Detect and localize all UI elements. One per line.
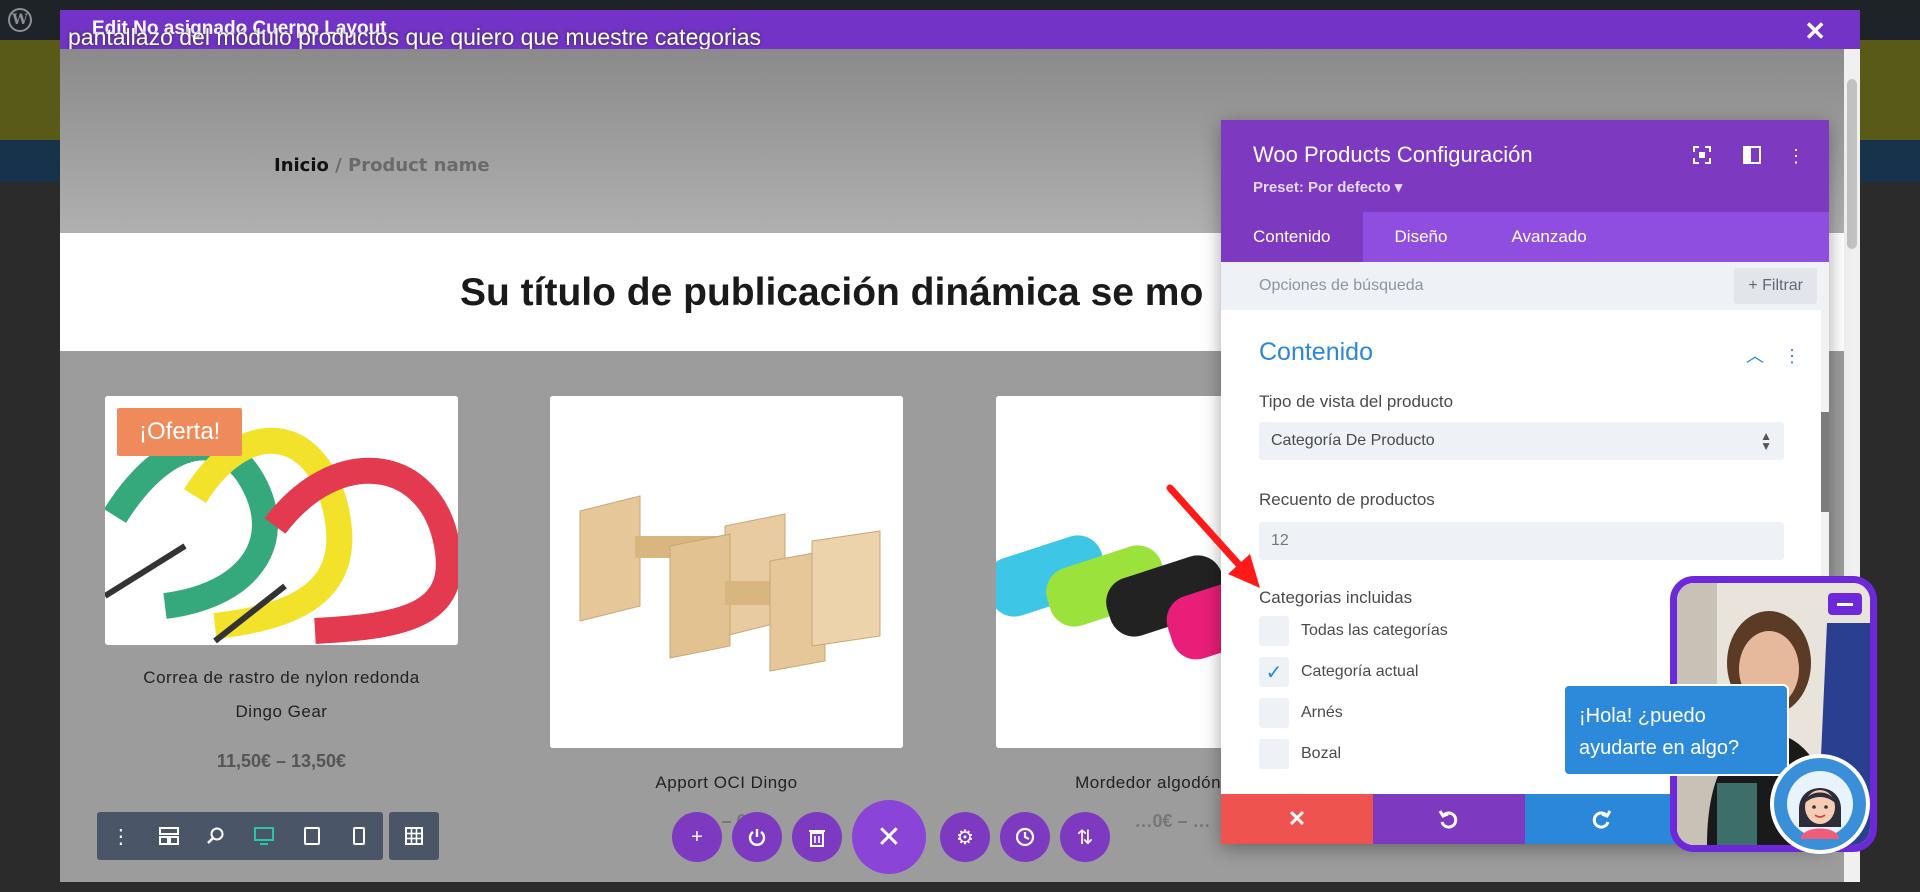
grid-icon[interactable] — [389, 812, 439, 860]
breadcrumb-home[interactable]: Inicio — [274, 155, 329, 176]
select-arrows-icon: ▲ ▼ — [1760, 429, 1772, 453]
fullscreen-icon[interactable] — [1693, 146, 1711, 169]
wireframe-icon[interactable] — [145, 812, 193, 860]
grid-group — [389, 812, 439, 860]
screenshot-caption: pantallazo del módulo productos que quie… — [68, 24, 761, 50]
desktop-view-icon[interactable] — [240, 812, 288, 860]
view-mode-toolbar: ⋮ — [97, 812, 439, 860]
view-type-select[interactable]: Categoría De Producto ▲ ▼ — [1259, 422, 1784, 460]
dock-panel-icon[interactable] — [1743, 146, 1761, 169]
chevron-up-icon[interactable]: ︿ — [1746, 346, 1764, 366]
add-icon[interactable]: + — [672, 812, 722, 862]
chat-avatar-button[interactable] — [1770, 754, 1870, 854]
power-icon[interactable] — [732, 812, 782, 862]
checkbox[interactable] — [1259, 698, 1289, 728]
sale-badge: ¡Oferta! — [117, 408, 243, 456]
modal-header: Edit No asignado Cuerpo Layout pantallaz… — [60, 10, 1860, 50]
view-mode-group: ⋮ — [97, 812, 383, 860]
categories-label: Categorias incluidas — [1259, 588, 1413, 607]
zoom-icon[interactable] — [192, 812, 240, 860]
annotation-arrow — [1166, 484, 1260, 588]
close-icon[interactable]: ✕ — [1804, 16, 1826, 47]
sort-icon[interactable]: ⇅ — [1060, 812, 1110, 862]
undo-button[interactable] — [1373, 794, 1525, 844]
view-type-value: Categoría De Producto — [1271, 432, 1435, 449]
product-name[interactable]: Apport OCI Dingo — [550, 766, 903, 800]
product-image[interactable] — [550, 396, 903, 748]
category-option[interactable]: Todas las categorías — [1259, 616, 1448, 646]
section-title[interactable]: Contenido — [1259, 338, 1373, 367]
category-label: Categoría actual — [1301, 663, 1419, 680]
preset-selector[interactable]: Preset: Por defecto ▾ — [1253, 178, 1402, 196]
product-name-line: Correa de rastro de nylon redonda — [143, 668, 420, 687]
checkmark-icon: ✓ — [1265, 661, 1283, 684]
breadcrumb-current: Product name — [348, 155, 490, 176]
breadcrumb: Inicio / Product name — [274, 155, 490, 176]
wordpress-icon[interactable]: W — [8, 8, 32, 32]
category-label: Todas las categorías — [1301, 622, 1448, 639]
wooden-dumbbell-image — [550, 396, 903, 748]
phone-view-icon[interactable] — [335, 812, 383, 860]
redo-button[interactable] — [1525, 794, 1677, 844]
search-placeholder: Opciones de búsqueda — [1259, 277, 1424, 294]
minimize-icon[interactable] — [1828, 593, 1862, 615]
category-option[interactable]: Arnés — [1259, 698, 1343, 728]
tablet-view-icon[interactable] — [288, 812, 336, 860]
checkbox-checked[interactable]: ✓ — [1259, 657, 1289, 687]
panel-title: Woo Products Configuración — [1253, 142, 1533, 167]
checkbox[interactable] — [1259, 739, 1289, 769]
view-type-label: Tipo de vista del producto — [1259, 392, 1454, 411]
panel-tabs: Contenido Diseño Avanzado — [1221, 212, 1829, 262]
product-name-line: Dingo Gear — [235, 702, 328, 721]
panel-header: Woo Products Configuración Preset: Por d… — [1221, 120, 1829, 212]
breadcrumb-separator: / — [328, 155, 348, 176]
count-label: Recuento de productos — [1259, 490, 1435, 509]
category-label: Arnés — [1301, 704, 1343, 721]
trash-icon[interactable] — [792, 812, 842, 862]
gear-icon[interactable]: ⚙ — [940, 812, 990, 862]
category-option[interactable]: ✓ Categoría actual — [1259, 657, 1418, 687]
tab-contenido[interactable]: Contenido — [1221, 212, 1363, 262]
modal-scroll-thumb[interactable] — [1847, 79, 1857, 249]
product-count-input[interactable] — [1259, 522, 1784, 560]
product-price: 5,… – 6,… — [683, 811, 770, 831]
filter-button[interactable]: + Filtrar — [1734, 268, 1817, 304]
more-options-icon[interactable]: ⋮ — [1787, 146, 1805, 167]
options-search[interactable]: Opciones de búsqueda + Filtrar — [1221, 262, 1829, 310]
product-price: 11,50€ – 13,50€ — [216, 751, 347, 771]
chat-greeting-bubble[interactable]: ¡Hola! ¿puedo ayudarte en algo? — [1563, 684, 1789, 776]
category-label: Bozal — [1301, 745, 1342, 762]
category-option[interactable]: Bozal — [1259, 739, 1341, 769]
section-controls: ︿ ⋮ — [1746, 342, 1801, 368]
discard-button[interactable]: ✕ — [1221, 794, 1373, 844]
assistant-avatar-icon — [1787, 771, 1853, 839]
panel-scroll-thumb[interactable] — [1821, 412, 1829, 512]
more-icon[interactable]: ⋮ — [97, 812, 145, 860]
close-builder-icon[interactable]: ✕ — [852, 800, 926, 874]
section-more-icon[interactable]: ⋮ — [1783, 346, 1801, 366]
product-name[interactable]: Correa de rastro de nylon redonda Dingo … — [105, 661, 458, 729]
tab-diseno[interactable]: Diseño — [1363, 212, 1480, 262]
history-icon[interactable] — [1000, 812, 1050, 862]
product-image[interactable]: ¡Oferta! — [105, 396, 458, 645]
tab-avanzado[interactable]: Avanzado — [1479, 212, 1618, 262]
post-title: Su título de publicación dinámica se mo — [460, 271, 1204, 314]
checkbox[interactable] — [1259, 616, 1289, 646]
